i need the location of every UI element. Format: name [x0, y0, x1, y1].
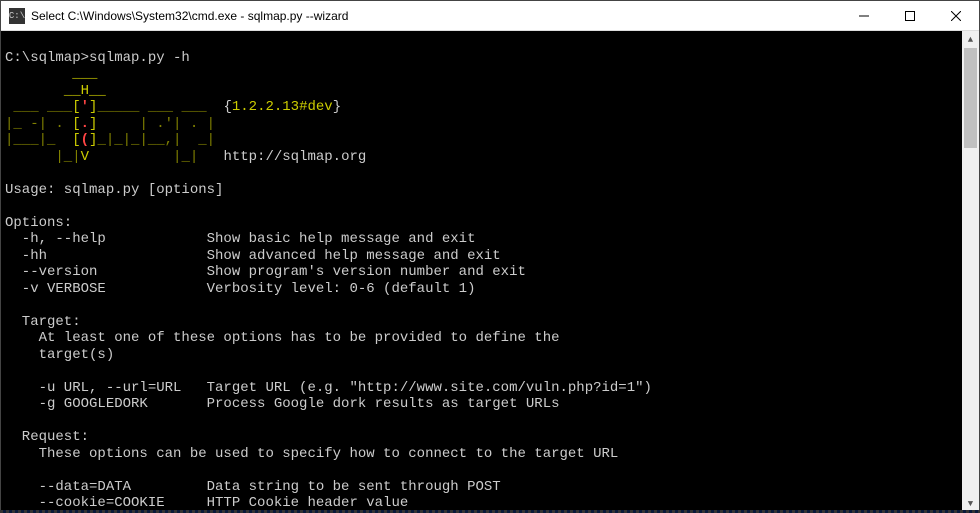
window-title: Select C:\Windows\System32\cmd.exe - sql…: [31, 9, 841, 23]
terminal-output[interactable]: C:\sqlmap>sqlmap.py -h ___ __H__ ___ ___…: [1, 31, 962, 512]
content-area: C:\sqlmap>sqlmap.py -h ___ __H__ ___ ___…: [1, 31, 979, 512]
scroll-thumb[interactable]: [964, 48, 977, 148]
scroll-up-arrow[interactable]: ▲: [962, 31, 979, 48]
cmd-icon: C:\: [9, 8, 25, 24]
cmd-window: C:\ Select C:\Windows\System32\cmd.exe -…: [0, 0, 980, 513]
scroll-track[interactable]: [962, 48, 979, 495]
window-controls: [841, 1, 979, 30]
titlebar[interactable]: C:\ Select C:\Windows\System32\cmd.exe -…: [1, 1, 979, 31]
minimize-button[interactable]: [841, 1, 887, 30]
close-button[interactable]: [933, 1, 979, 30]
maximize-button[interactable]: [887, 1, 933, 30]
scrollbar[interactable]: ▲ ▼: [962, 31, 979, 512]
